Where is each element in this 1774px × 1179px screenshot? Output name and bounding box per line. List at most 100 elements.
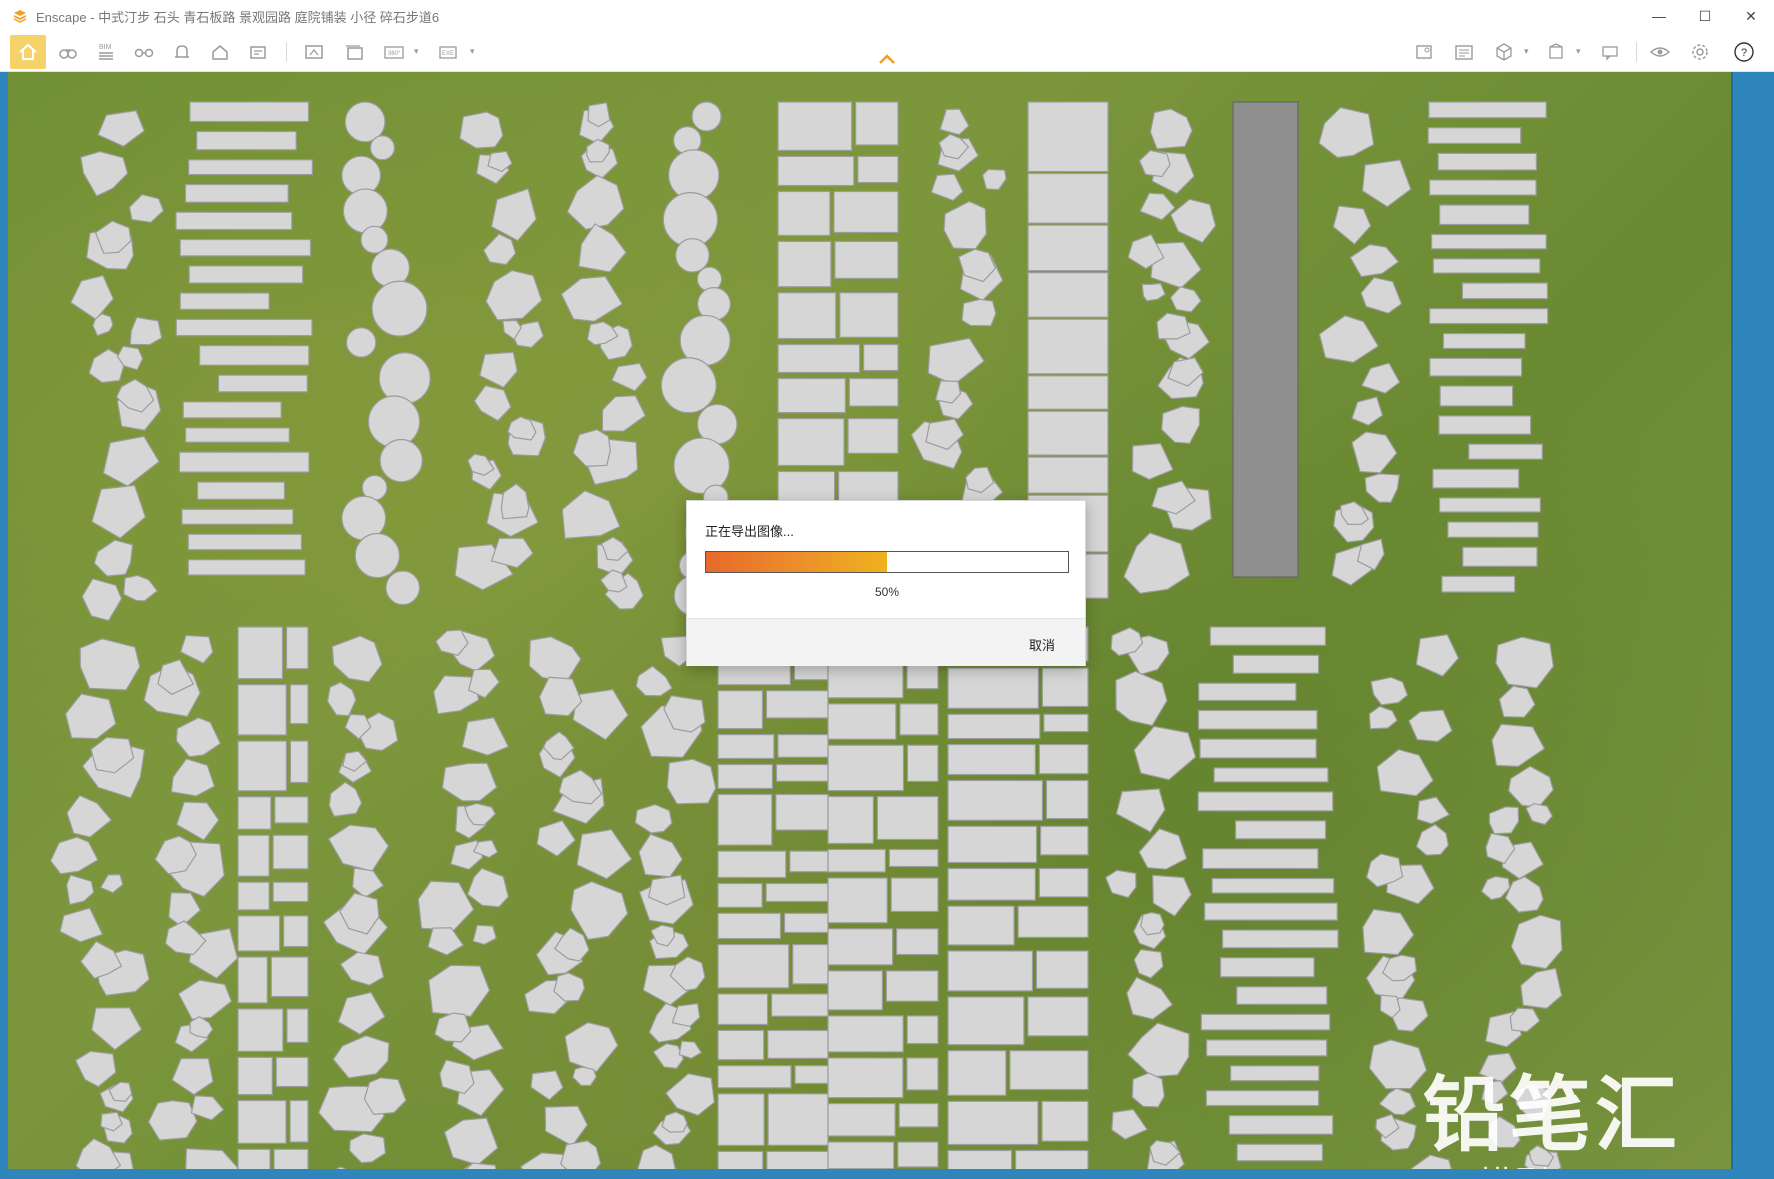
paving-stone [1038,743,1089,775]
paving-stone [1364,473,1400,503]
paving-stone [906,744,939,782]
panorama-button[interactable]: 360° [378,36,410,68]
paving-stone [1441,575,1516,593]
paving-stone [65,874,95,906]
dialog-title: 正在导出图像... [705,524,794,539]
paving-stone [572,688,629,741]
paving-stone [1437,152,1537,171]
exe-export-button[interactable]: EXE [432,36,464,68]
paving-stone [906,662,939,690]
paving-stone [1038,867,1089,898]
cube-button[interactable] [1488,36,1520,68]
paving-stone [335,1166,347,1169]
maximize-button[interactable]: ☐ [1682,0,1728,32]
paving-stone [237,834,270,877]
batch-render-button[interactable] [338,36,370,68]
paving-stone [888,848,939,868]
progress-fill [706,552,887,572]
paving-stone [570,881,629,941]
paving-stone [827,928,894,966]
paving-stone [947,743,1036,776]
collapse-toolbar-icon[interactable] [877,52,897,66]
paving-stone [74,1050,117,1088]
house-view-button[interactable] [204,36,236,68]
paving-stone [187,533,303,551]
paving-stone [599,569,628,593]
settings-icon [1692,44,1708,60]
paving-stone [717,943,790,989]
asset-library-button[interactable] [1448,36,1480,68]
paving-stone [1429,179,1537,196]
chevron-down-icon[interactable]: ▾ [414,46,419,57]
bell-button[interactable] [166,36,198,68]
paving-stone [947,1149,1013,1169]
visual-settings-button[interactable] [1644,36,1676,68]
paving-stone [1376,748,1434,797]
toolbar-separator [286,42,287,62]
help-button[interactable]: ? [1728,36,1760,68]
paving-stone [439,1059,475,1095]
paving-stone [1438,497,1541,513]
sun-button[interactable] [242,36,274,68]
paving-stone [1232,101,1299,578]
paving-stone [777,155,855,187]
material-icon [250,46,266,59]
paving-stone [1161,405,1201,445]
paving-stone [1228,1114,1334,1135]
settings-button[interactable] [1684,36,1716,68]
chevron-down-icon[interactable]: ▾ [470,46,475,57]
paving-stone [1213,767,1329,783]
paving-stone [1447,521,1539,538]
paving-stone [717,882,763,908]
paving-stone [337,991,386,1036]
paving-stone [660,357,717,414]
home-button[interactable] [10,35,46,69]
paving-stone [661,1111,688,1133]
paving-stone [1169,198,1217,244]
paving-stone [717,1093,765,1147]
chat-button[interactable] [1594,36,1626,68]
minimize-button[interactable]: — [1636,0,1682,32]
paving-stone [188,159,313,176]
paving-stone [1432,258,1541,274]
title-bar: Enscape - 中式汀步 石头 青石板路 景观园路 庭院铺装 小径 碎石步道… [0,0,1774,32]
paving-stone [102,435,160,487]
binoculars-icon [59,49,77,59]
progress-percent: 50% [874,585,900,599]
screenshot-button[interactable] [298,36,330,68]
paving-stone [611,362,648,392]
paving-stone [777,240,832,288]
paving-stone [792,943,829,985]
paving-stone [181,508,294,525]
paving-stone [1009,1050,1089,1091]
paving-stone [466,867,510,908]
box-button[interactable] [1540,36,1572,68]
chevron-down-icon[interactable]: ▾ [1524,46,1529,57]
paving-stone [827,1103,896,1137]
bim-button[interactable]: BIM [90,36,122,68]
chevron-down-icon[interactable]: ▾ [1576,46,1581,57]
material-editor-button[interactable] [1408,36,1440,68]
paving-stone [490,188,537,242]
paving-stone [59,907,104,943]
close-button[interactable]: ✕ [1728,0,1774,32]
paving-stone [1205,1039,1328,1057]
paving-stone [1429,357,1523,377]
paving-stone [1488,806,1520,835]
paving-stone [561,490,621,540]
paving-stone [1442,332,1526,349]
paving-stone [777,292,837,340]
glasses-button[interactable] [128,36,160,68]
paving-stone [272,834,309,870]
paving-stone [1139,192,1176,221]
paving-stone [1126,976,1174,1020]
paving-stone [847,417,899,454]
paving-stone [80,150,129,197]
paving-stone [1351,396,1384,426]
paving-stone [459,111,504,149]
paving-stone [855,101,899,146]
paving-stone [443,1117,499,1166]
cancel-button[interactable]: 取消 [1029,635,1055,654]
paving-stone [572,1066,597,1087]
binoculars-button[interactable] [52,36,84,68]
